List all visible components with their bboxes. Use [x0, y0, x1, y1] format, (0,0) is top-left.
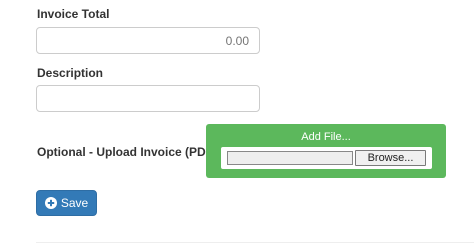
invoice-total-input[interactable]	[36, 27, 260, 54]
add-file-title: Add File...	[301, 131, 351, 143]
plus-circle-icon	[44, 197, 57, 209]
description-label: Description	[37, 66, 104, 80]
file-name-field[interactable]	[227, 151, 353, 165]
file-upload-panel: Add File... Browse...	[206, 124, 446, 178]
divider	[36, 242, 474, 243]
save-button[interactable]: Save	[36, 190, 97, 216]
browse-button[interactable]: Browse...	[355, 150, 426, 166]
save-button-label: Save	[60, 196, 89, 210]
upload-invoice-label: Optional - Upload Invoice (PDF)	[37, 145, 217, 159]
file-input-area: Browse...	[221, 147, 432, 169]
invoice-total-label: Invoice Total	[37, 7, 110, 21]
description-input[interactable]	[36, 85, 260, 112]
